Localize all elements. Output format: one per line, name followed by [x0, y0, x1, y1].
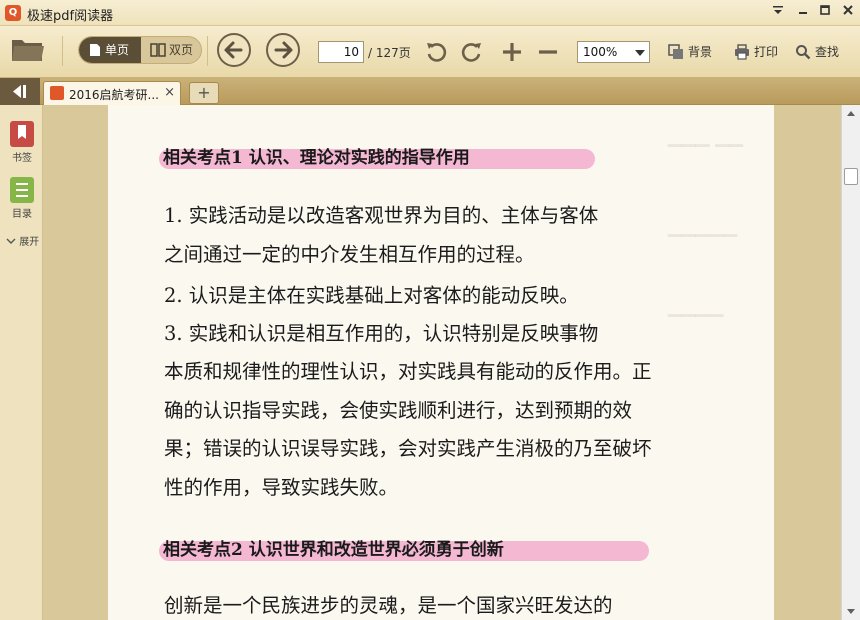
bleed-through-decoration: ▔▔▔▔▔: [668, 235, 738, 256]
print-button[interactable]: 打印: [734, 43, 778, 61]
body-line: 性的作用，导致实践失败。: [164, 476, 399, 499]
expand-label: 展开: [19, 237, 40, 248]
single-page-label: 单页: [105, 43, 130, 57]
bookmark-panel-button[interactable]: 书签: [7, 121, 37, 164]
chevron-down-icon: [635, 50, 645, 56]
minimize-icon[interactable]: [795, 4, 811, 20]
bookmark-label: 书签: [12, 153, 32, 164]
bookmark-icon: [10, 121, 34, 147]
page-view-toggle: 单页 双页: [78, 36, 202, 64]
new-tab-button[interactable]: +: [189, 82, 219, 104]
section-heading-text: 相关考点2 认识世界和改造世界必须勇于创新: [163, 540, 504, 560]
tab-bar: 2016启航考研... × +: [0, 78, 860, 105]
double-page-button[interactable]: 双页: [141, 37, 201, 63]
rotate-right-icon[interactable]: [460, 40, 484, 64]
pdf-page: ▔▔▔ ▔▔ ▔▔▔▔▔ ▔▔▔▔ 相关考点1 认识、理论对实践的指导作用 1.…: [108, 105, 774, 620]
double-page-icon: [150, 43, 166, 57]
body-line: 创新是一个民族进步的灵魂，是一个国家兴旺发达的: [164, 594, 613, 617]
menu-down-icon[interactable]: [770, 4, 786, 20]
section-heading: 相关考点1 认识、理论对实践的指导作用: [159, 143, 595, 173]
zoom-value: 100%: [583, 45, 618, 59]
current-page-input[interactable]: 10: [318, 41, 364, 63]
next-page-button[interactable]: [266, 33, 300, 67]
maximize-icon[interactable]: [817, 4, 833, 20]
table-of-contents-icon: [10, 177, 34, 203]
zoom-select[interactable]: 100%: [577, 41, 650, 63]
body-line: 果；错误的认识误导实践，会对实践产生消极的乃至破坏: [164, 437, 652, 460]
body-line: 3. 实践和认识是相互作用的，认识特别是反映事物: [164, 322, 599, 345]
body-line: 确的认识指导实践，会使实践顺利进行，达到预期的效: [164, 399, 633, 422]
expand-sidebar-button[interactable]: 展开: [6, 233, 39, 248]
print-label: 打印: [754, 45, 779, 59]
body-line: 2. 认识是主体在实践基础上对客体的能动反映。: [164, 284, 579, 307]
zoom-in-icon[interactable]: [500, 40, 524, 64]
toolbar-divider: [207, 36, 208, 66]
vertical-scrollbar[interactable]: [841, 105, 860, 620]
scroll-down-arrow-icon[interactable]: [842, 603, 860, 620]
toc-label: 目录: [12, 209, 32, 220]
bleed-through-decoration: ▔▔▔▔: [668, 315, 724, 336]
scroll-thumb[interactable]: [844, 168, 858, 186]
document-viewer[interactable]: ▔▔▔ ▔▔ ▔▔▔▔▔ ▔▔▔▔ 相关考点1 认识、理论对实践的指导作用 1.…: [43, 105, 841, 620]
title-bar: Q 极速pdf阅读器: [0, 0, 860, 26]
chevron-down-icon: [6, 238, 16, 244]
arrow-left-icon: [224, 41, 243, 59]
double-page-label: 双页: [169, 43, 194, 57]
background-icon: [668, 44, 683, 59]
close-icon[interactable]: [840, 4, 856, 20]
app-logo-icon: Q: [5, 5, 21, 21]
rotate-left-icon[interactable]: [424, 40, 448, 64]
total-pages-label: / 127页: [368, 46, 411, 60]
background-button[interactable]: 背景: [668, 43, 712, 61]
body-line: 之间通过一定的中介发生相互作用的过程。: [164, 243, 535, 266]
scroll-up-arrow-icon[interactable]: [842, 105, 860, 122]
app-title: 极速pdf阅读器: [27, 9, 114, 24]
background-label: 背景: [688, 45, 713, 59]
find-button[interactable]: 查找: [795, 43, 839, 61]
previous-page-button[interactable]: [217, 33, 251, 67]
single-page-button[interactable]: 单页: [79, 37, 141, 63]
arrow-right-icon: [274, 41, 293, 59]
open-folder-icon[interactable]: [10, 34, 48, 66]
search-icon: [796, 45, 811, 60]
toc-panel-button[interactable]: 目录: [7, 177, 37, 220]
body-line: 1. 实践活动是以改造客观世界为目的、主体与客体: [164, 204, 599, 227]
toolbar-divider: [62, 36, 63, 66]
section-heading: 相关考点2 认识世界和改造世界必须勇于创新: [159, 535, 649, 565]
bleed-through-decoration: ▔▔▔ ▔▔: [668, 145, 743, 166]
toolbar: 单页 双页 10 / 127页 100% 背景 打印 查找: [0, 26, 860, 78]
collapse-left-icon: [13, 85, 26, 98]
pdf-file-icon: [50, 86, 64, 100]
tab-close-icon[interactable]: ×: [164, 85, 175, 100]
body-line: 本质和规律性的理性认识，对实践具有能动的反作用。正: [164, 360, 652, 383]
left-sidebar: 书签 目录 展开: [0, 105, 43, 620]
document-tab-label: 2016启航考研...: [69, 88, 159, 102]
printer-icon: [735, 44, 749, 60]
section-heading-text: 相关考点1 认识、理论对实践的指导作用: [163, 148, 470, 168]
sidebar-collapse-button[interactable]: [0, 78, 40, 105]
document-tab[interactable]: 2016启航考研... ×: [43, 81, 181, 105]
find-label: 查找: [815, 45, 840, 59]
single-page-icon: [90, 44, 100, 56]
zoom-out-icon[interactable]: [536, 40, 560, 64]
